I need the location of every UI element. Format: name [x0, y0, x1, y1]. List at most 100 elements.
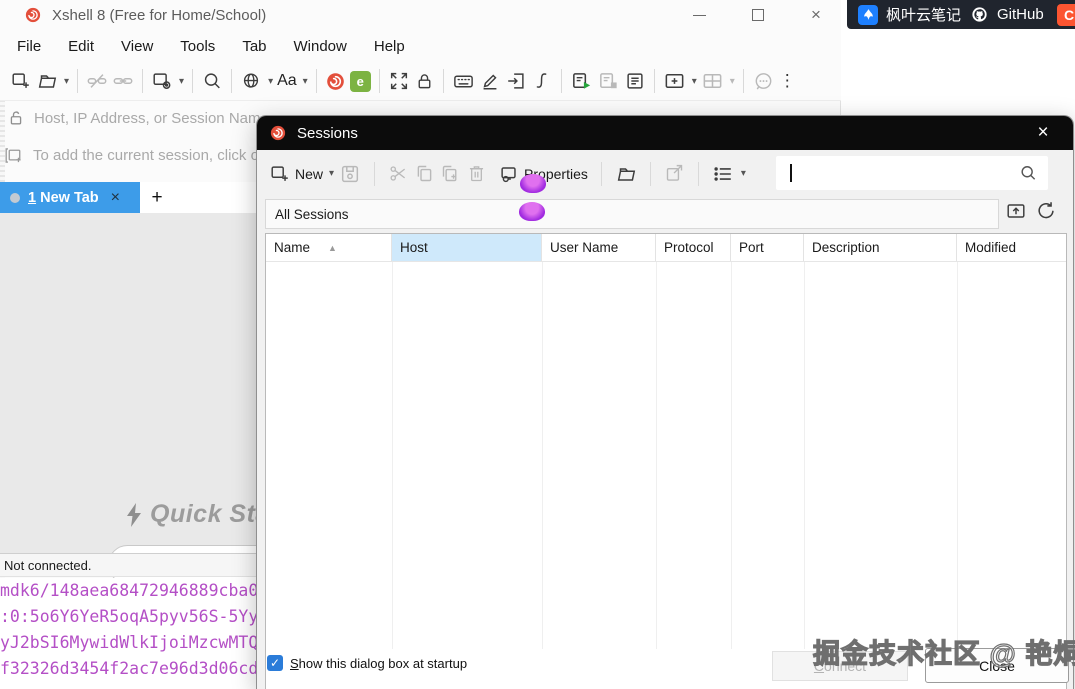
new-tab-caret-icon[interactable]: ▾ [692, 76, 697, 87]
add-session-icon [4, 145, 25, 166]
sessions-dialog: Sessions × New ▾ Properties ▾ All Sessio… [256, 115, 1075, 689]
font-caret-icon[interactable]: ▾ [303, 76, 308, 87]
ink-blob [520, 174, 546, 193]
overflow-menu-icon[interactable]: ⋮ [779, 71, 796, 91]
cut-icon [388, 163, 409, 184]
properties-icon [498, 163, 520, 185]
new-session-icon[interactable] [10, 70, 32, 92]
new-tab-button[interactable]: + [140, 182, 174, 213]
fullscreen-icon[interactable] [388, 70, 410, 92]
xshell-app-icon[interactable] [325, 71, 346, 92]
xshell-logo-icon [24, 6, 42, 24]
stop-script-icon [597, 70, 620, 93]
terminal-output: mdk6/148aea68472946889cba0e :0:5o6Y6YeR5… [0, 578, 256, 689]
overlay-badge: 枫叶云笔记 GitHub C [847, 0, 1075, 29]
note-app-icon[interactable] [858, 4, 878, 25]
startup-checkbox-label: Show this dialog box at startup [290, 656, 468, 671]
reconnect-icon [112, 70, 134, 92]
menu-help[interactable]: Help [374, 38, 405, 55]
chat-icon [752, 70, 775, 93]
new-caret-icon: ▾ [329, 168, 335, 179]
startup-checkbox[interactable]: ✓ [267, 655, 283, 671]
encoding-caret-icon[interactable]: ▾ [268, 76, 273, 87]
github-label[interactable]: GitHub [997, 6, 1044, 23]
session-search-input[interactable] [776, 165, 1018, 181]
sort-asc-icon: ▲ [328, 243, 337, 253]
find-icon[interactable] [201, 70, 223, 92]
keyboard-icon[interactable] [452, 70, 475, 93]
session-path-bar[interactable]: All Sessions [265, 199, 999, 229]
ink-blob [519, 202, 545, 221]
connection-status: Not connected. [4, 557, 92, 573]
window-title: Xshell 8 (Free for Home/School) [52, 6, 267, 24]
new-tab-icon[interactable] [663, 70, 686, 93]
new-session-button[interactable]: New ▾ [269, 163, 334, 185]
github-icon[interactable] [969, 5, 989, 25]
session-properties-icon[interactable] [151, 70, 173, 92]
menu-file[interactable]: File [17, 38, 41, 55]
tab-new-tab[interactable]: 1 New Tab × [0, 182, 140, 213]
run-script-icon[interactable] [570, 70, 593, 93]
table-body[interactable] [266, 262, 1066, 649]
list-view-caret-icon[interactable]: ▾ [741, 168, 746, 179]
paste-icon [440, 163, 461, 184]
column-header-protocol[interactable]: Protocol [656, 234, 731, 261]
column-header-host[interactable]: Host [392, 234, 542, 261]
compose-pen-icon[interactable] [479, 70, 501, 92]
tab-status-dot [10, 192, 20, 203]
open-folder-icon[interactable] [615, 163, 637, 185]
csdn-icon[interactable]: C [1057, 3, 1075, 26]
dialog-title-bar: Sessions × [257, 116, 1073, 150]
session-properties-caret-icon[interactable]: ▾ [179, 76, 184, 87]
tab-close-icon[interactable]: × [111, 189, 120, 206]
open-folder-icon[interactable] [36, 70, 58, 92]
close-button[interactable]: × [793, 0, 839, 30]
session-search-box[interactable] [776, 156, 1048, 190]
open-folder-caret-icon[interactable]: ▾ [64, 76, 69, 87]
disconnect-icon [86, 70, 108, 92]
column-header-port[interactable]: Port [731, 234, 804, 261]
lock-icon[interactable] [414, 71, 435, 92]
encoding-globe-icon[interactable] [240, 70, 262, 92]
script-icon[interactable] [531, 70, 553, 92]
minimize-button[interactable] [676, 0, 722, 30]
xftp-app-icon[interactable]: e [349, 70, 371, 92]
save-icon [339, 163, 361, 185]
layout-icon [701, 70, 724, 93]
column-header-username[interactable]: User Name [542, 234, 656, 261]
logout-icon[interactable] [505, 70, 527, 92]
menu-edit[interactable]: Edit [68, 38, 94, 55]
favorites-hint-text: To add the current session, click o [33, 146, 259, 164]
screen: Xshell 8 (Free for Home/School) × File E… [0, 0, 1075, 689]
menu-view[interactable]: View [121, 38, 153, 55]
font-icon[interactable]: Aa [277, 72, 297, 90]
menu-window[interactable]: Window [294, 38, 347, 55]
note-app-label[interactable]: 枫叶云笔记 [886, 4, 961, 25]
refresh-icon[interactable] [1035, 200, 1057, 222]
sessions-table[interactable]: Name ▲ Host User Name Protocol Port Descr… [265, 233, 1067, 689]
terminal-line: yJ2bSI6MywidWlkIjoiMzcwMTQy [0, 633, 256, 652]
close-dialog-button[interactable]: Close [925, 648, 1069, 683]
column-header-name[interactable]: Name ▲ [266, 234, 392, 261]
dialog-close-button[interactable]: × [1023, 116, 1063, 150]
folder-up-icon[interactable] [1005, 200, 1027, 222]
terminal-line: mdk6/148aea68472946889cba0e [0, 581, 256, 600]
menu-tab[interactable]: Tab [242, 38, 266, 55]
maximize-button[interactable] [735, 0, 781, 30]
column-header-description[interactable]: Description [804, 234, 957, 261]
table-header-row: Name ▲ Host User Name Protocol Port Descr… [266, 234, 1066, 262]
menu-bar: File Edit View Tools Tab Window Help [0, 30, 841, 62]
session-path-label: All Sessions [275, 206, 349, 222]
export-icon [664, 163, 685, 184]
new-session-icon [269, 163, 291, 185]
menu-tools[interactable]: Tools [180, 38, 215, 55]
dialog-title: Sessions [297, 124, 358, 142]
search-icon[interactable] [1018, 163, 1038, 183]
column-header-modified[interactable]: Modified [957, 234, 1063, 261]
quick-start-title: Quick Sta [124, 500, 270, 529]
list-view-icon[interactable] [712, 163, 734, 185]
main-toolbar: ▾ ▾ ▾ Aa ▾ e ▾ ▾ ⋮ [0, 62, 841, 101]
terminal-line: :0:5o6Y6YeR5oqA5pyv56S-5Yy6 [0, 607, 256, 626]
log-icon[interactable] [624, 70, 646, 92]
lightning-bolt-icon [124, 502, 144, 528]
